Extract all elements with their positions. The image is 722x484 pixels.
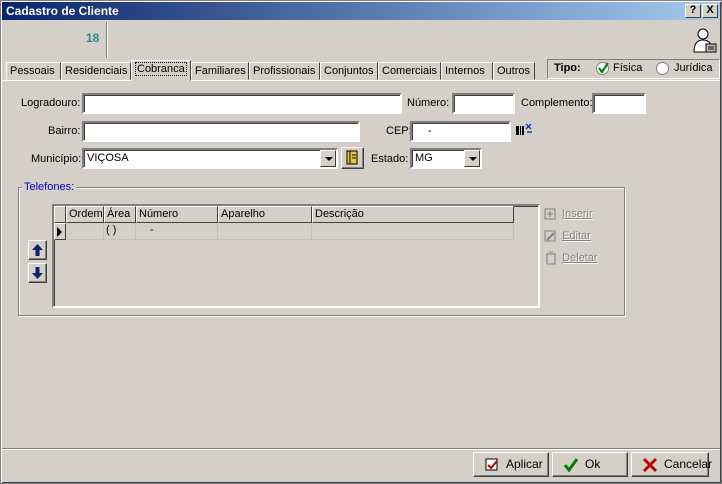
cell-aparelho[interactable] [218, 223, 312, 240]
tipo-group: Tipo: Física Jurídica [547, 59, 720, 79]
grid-corner [54, 206, 66, 223]
ok-label: Ok [585, 457, 601, 471]
move-up-button[interactable] [28, 240, 47, 260]
deletar-label: Deletar [562, 251, 598, 264]
radio-juridica-label[interactable]: Jurídica [674, 62, 713, 74]
col-header-numero[interactable]: Número [136, 206, 218, 223]
tab-residenciais[interactable]: Residenciais [61, 62, 131, 80]
tab-comerciais[interactable]: Comerciais [378, 62, 441, 80]
tab-label: Conjuntos [324, 65, 374, 77]
check-icon [563, 458, 579, 473]
estado-label: Estado: [371, 153, 409, 165]
municipio-value: VIÇOSA [87, 152, 129, 164]
close-button[interactable]: X [702, 4, 718, 18]
tab-outros[interactable]: Outros [493, 62, 535, 80]
aplicar-button[interactable]: Aplicar [473, 452, 549, 477]
cancelar-button[interactable]: Cancelar [631, 452, 713, 477]
radio-fisica-label[interactable]: Física [613, 62, 642, 74]
header-area: 18 [2, 20, 720, 60]
cep-label: CEP: [386, 125, 412, 137]
municipio-label: Município: [31, 153, 82, 165]
tab-profissionais[interactable]: Profissionais [249, 62, 320, 80]
editar-label: Editar [562, 229, 591, 242]
tab-label: Cobranca [135, 62, 187, 76]
col-header-aparelho[interactable]: Aparelho [218, 206, 312, 223]
inserir-label: Inserir [562, 207, 593, 220]
book-icon [346, 150, 358, 165]
title-bar: Cadastro de Cliente ? X [2, 2, 720, 20]
help-button[interactable]: ? [685, 4, 701, 18]
bairro-field[interactable] [82, 121, 360, 142]
apply-icon [485, 458, 498, 471]
tab-label: Internos [445, 65, 485, 77]
col-header-descricao[interactable]: Descrição [312, 206, 514, 223]
telefones-grid[interactable]: Ordem Área Número Aparelho Descrição ( )… [52, 204, 540, 308]
municipio-dropdown-button[interactable] [320, 150, 336, 167]
editar-button[interactable]: Editar [543, 229, 591, 243]
radio-juridica[interactable] [656, 62, 669, 75]
complemento-field[interactable] [592, 93, 646, 114]
estado-dropdown-button[interactable] [464, 150, 480, 167]
radio-fisica[interactable] [596, 62, 609, 75]
header-divider [106, 22, 108, 58]
tab-label: Profissionais [253, 65, 316, 77]
telefones-title: Telefones: [22, 181, 77, 193]
tab-pessoais[interactable]: Pessoais [6, 62, 61, 80]
insert-icon [544, 208, 556, 220]
cancelar-label: Cancelar [664, 457, 713, 471]
cancel-icon [642, 457, 658, 473]
numero-field[interactable] [452, 93, 515, 114]
client-id: 18 [86, 31, 100, 45]
user-settings-icon[interactable] [688, 26, 718, 56]
tab-label: Outros [497, 65, 531, 77]
tab-conjuntos[interactable]: Conjuntos [320, 62, 378, 80]
deletar-button[interactable]: Deletar [543, 251, 598, 265]
arrow-down-icon [32, 267, 43, 279]
trash-icon [546, 251, 556, 265]
estado-value: MG [415, 152, 433, 164]
cell-descricao[interactable] [312, 223, 514, 240]
check-icon [598, 62, 609, 74]
cell-numero[interactable]: - [136, 223, 218, 240]
tab-label: Familiares [195, 65, 246, 77]
tab-internos[interactable]: Internos [441, 62, 493, 80]
edit-icon [544, 230, 556, 242]
col-header-area[interactable]: Área [104, 206, 136, 223]
cell-area[interactable]: ( ) [104, 223, 136, 240]
municipio-lookup-button[interactable] [341, 147, 364, 169]
arrow-up-icon [32, 244, 43, 256]
tab-label: Residenciais [65, 65, 128, 77]
col-header-ordem[interactable]: Ordem [66, 206, 104, 223]
cep-search-icon[interactable] [515, 122, 533, 138]
tab-familiares[interactable]: Familiares [191, 62, 249, 80]
aplicar-label: Aplicar [506, 457, 543, 471]
tab-label: Comerciais [382, 65, 438, 77]
inserir-button[interactable]: Inserir [543, 207, 593, 221]
logradouro-label: Logradouro: [21, 97, 81, 109]
move-down-button[interactable] [28, 263, 47, 283]
footer-divider [2, 448, 720, 450]
row-pointer-icon [57, 227, 62, 237]
tipo-label: Tipo: [554, 62, 581, 74]
tab-cobranca[interactable]: Cobranca [131, 60, 191, 81]
municipio-select[interactable]: VIÇOSA [82, 148, 338, 169]
estado-select[interactable]: MG [410, 148, 482, 169]
row-indicator [54, 223, 66, 240]
cep-field[interactable]: - [410, 121, 511, 142]
complemento-label: Complemento: [521, 97, 593, 109]
ok-button[interactable]: Ok [552, 452, 628, 477]
bairro-label: Bairro: [48, 125, 81, 137]
tab-label: Pessoais [10, 65, 55, 77]
window-title: Cadastro de Cliente [6, 4, 119, 18]
logradouro-field[interactable] [82, 93, 402, 114]
cell-ordem[interactable] [66, 223, 104, 240]
numero-label: Número: [407, 97, 450, 109]
